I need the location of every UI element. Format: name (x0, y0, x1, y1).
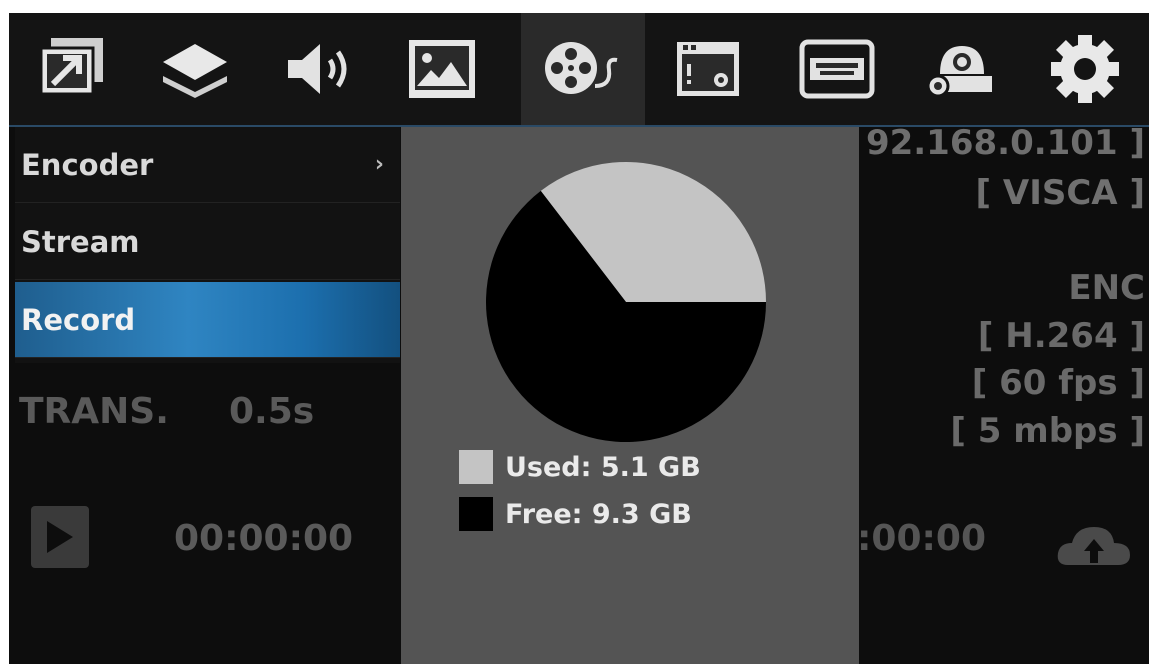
play-button[interactable] (31, 506, 89, 568)
free-label: Free: 9.3 GB (505, 498, 692, 530)
chevron-right-icon: › (374, 152, 384, 177)
legend-used: Used: 5.1 GB (459, 450, 701, 484)
camera-settings-icon[interactable] (899, 13, 1023, 125)
legend-free: Free: 9.3 GB (459, 497, 692, 531)
gear-icon[interactable] (1023, 13, 1147, 125)
play-icon (47, 521, 73, 553)
enc-label: ENC (1068, 268, 1145, 308)
film-reel-icon[interactable] (521, 13, 645, 125)
transition-label: TRANS. (19, 391, 169, 432)
menu-item-stream[interactable]: Stream (15, 204, 400, 280)
time-left: 00:00:00 (174, 518, 354, 559)
legend-swatch-free (459, 497, 493, 531)
legend-swatch-used (459, 450, 493, 484)
menu-item-label: Encoder (21, 147, 154, 182)
menu-item-label: Stream (21, 224, 140, 259)
used-label: Used: 5.1 GB (505, 451, 701, 483)
image-icon[interactable] (381, 13, 505, 125)
top-toolbar (9, 13, 1149, 127)
menu-item-encoder[interactable]: Encoder › (15, 127, 400, 203)
ip-address: 92.168.0.101 ] (865, 123, 1145, 163)
fps-label: [ 60 fps ] (971, 363, 1145, 403)
storage-popup: Used: 5.1 GB Free: 9.3 GB (401, 127, 859, 664)
time-right: :00:00 (857, 518, 986, 559)
external-window-icon[interactable] (9, 13, 133, 125)
codec-label: [ H.264 ] (977, 316, 1145, 356)
window-settings-icon[interactable] (647, 13, 771, 125)
side-menu: Encoder › Stream Record (15, 127, 400, 363)
protocol-label: [ VISCA ] (975, 173, 1145, 213)
screen: Encoder › Stream Record TRANS. 0.5s 00:0… (9, 13, 1149, 664)
layers-icon[interactable] (133, 13, 257, 125)
transition-value: 0.5s (229, 391, 315, 432)
cloud-upload-icon[interactable] (1054, 521, 1134, 571)
speaker-icon[interactable] (257, 13, 381, 125)
storage-pie-chart (486, 162, 766, 442)
menu-item-record[interactable]: Record (15, 282, 400, 358)
hdmi-icon[interactable] (775, 13, 899, 125)
bitrate-label: [ 5 mbps ] (950, 411, 1145, 451)
menu-item-label: Record (21, 302, 136, 337)
